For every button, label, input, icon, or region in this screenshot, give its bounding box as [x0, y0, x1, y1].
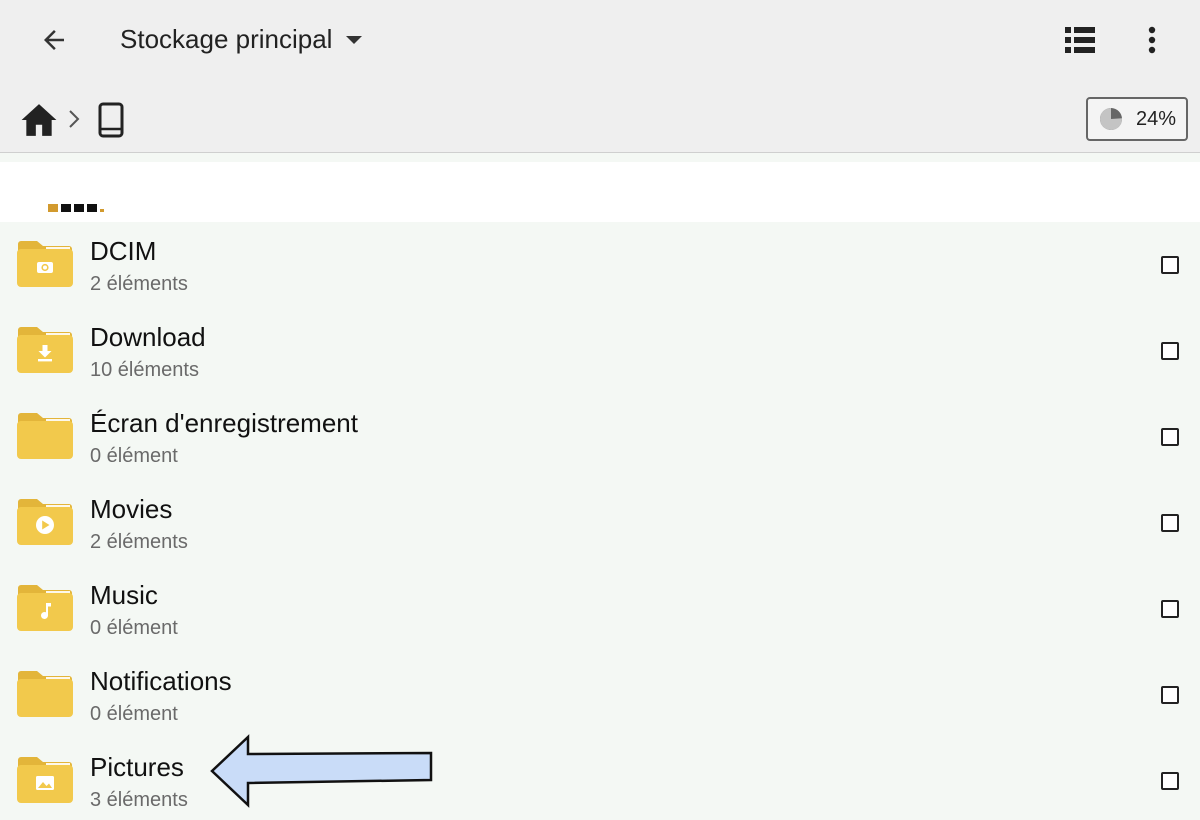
folder-icon	[17, 241, 73, 287]
breadcrumb: 24%	[0, 78, 1200, 153]
home-icon	[21, 104, 57, 136]
more-vertical-icon	[1148, 26, 1156, 54]
folder-name: Pictures	[90, 752, 184, 782]
banner-logo	[48, 204, 104, 212]
play-icon	[36, 516, 54, 534]
folder-item-count: 0 élément	[90, 617, 178, 639]
folder-row[interactable]: Pictures 3 éléments	[0, 738, 1200, 820]
back-button[interactable]	[30, 20, 78, 60]
more-options-button[interactable]	[1132, 20, 1172, 60]
folder-name: DCIM	[90, 236, 157, 266]
folder-item-count: 2 éléments	[90, 273, 188, 295]
folder-item-count: 3 éléments	[90, 789, 188, 811]
folder-checkbox[interactable]	[1161, 428, 1179, 446]
storage-usage-badge[interactable]: 24%	[1086, 97, 1188, 141]
folder-name: Download	[90, 322, 206, 352]
folder-icon	[17, 671, 73, 717]
folder-icon	[17, 499, 73, 545]
folder-row[interactable]: Download 10 éléments	[0, 308, 1200, 394]
folder-icon	[17, 327, 73, 373]
camera-icon	[37, 262, 53, 273]
image-icon	[36, 776, 54, 790]
folder-item-count: 10 éléments	[90, 359, 199, 381]
folder-row[interactable]: Notifications 0 élément	[0, 652, 1200, 738]
chevron-right-icon	[69, 110, 80, 128]
folder-list: DCIM 2 éléments Download 10 éléments Écr…	[0, 222, 1200, 820]
storage-selector[interactable]: Stockage principal	[120, 22, 363, 56]
folder-item-count: 0 élément	[90, 445, 178, 467]
folder-row[interactable]: DCIM 2 éléments	[0, 222, 1200, 308]
folder-item-count: 2 éléments	[90, 531, 188, 553]
caret-down-icon	[346, 36, 363, 44]
page-title: Stockage principal	[120, 23, 333, 54]
folder-row[interactable]: Music 0 élément	[0, 566, 1200, 652]
list-view-button[interactable]	[1060, 20, 1100, 60]
folder-checkbox[interactable]	[1161, 514, 1179, 532]
folder-row[interactable]: Écran d'enregistrement 0 élément	[0, 394, 1200, 480]
pointer-arrow	[210, 734, 433, 808]
folder-checkbox[interactable]	[1161, 686, 1179, 704]
banner-area	[0, 162, 1200, 222]
folder-icon	[17, 413, 73, 459]
folder-checkbox[interactable]	[1161, 600, 1179, 618]
folder-name: Écran d'enregistrement	[90, 408, 358, 438]
app-bar: Stockage principal	[0, 0, 1200, 78]
folder-icon	[17, 585, 73, 631]
list-view-icon	[1065, 27, 1095, 53]
folder-item-count: 0 élément	[90, 703, 178, 725]
arrow-left-icon	[44, 30, 64, 50]
folder-name: Notifications	[90, 666, 232, 696]
pointer-arrow-shape	[210, 734, 433, 808]
folder-row[interactable]: Movies 2 éléments	[0, 480, 1200, 566]
folder-checkbox[interactable]	[1161, 772, 1179, 790]
breadcrumb-device[interactable]	[96, 102, 126, 138]
phone-icon	[98, 102, 124, 138]
folder-icon	[17, 757, 73, 803]
folder-checkbox[interactable]	[1161, 256, 1179, 274]
storage-pie-icon	[1099, 108, 1122, 130]
folder-checkbox[interactable]	[1161, 342, 1179, 360]
folder-name: Movies	[90, 494, 173, 524]
breadcrumb-home[interactable]	[20, 102, 58, 138]
storage-percent: 24%	[1135, 107, 1177, 130]
folder-name: Music	[90, 580, 158, 610]
